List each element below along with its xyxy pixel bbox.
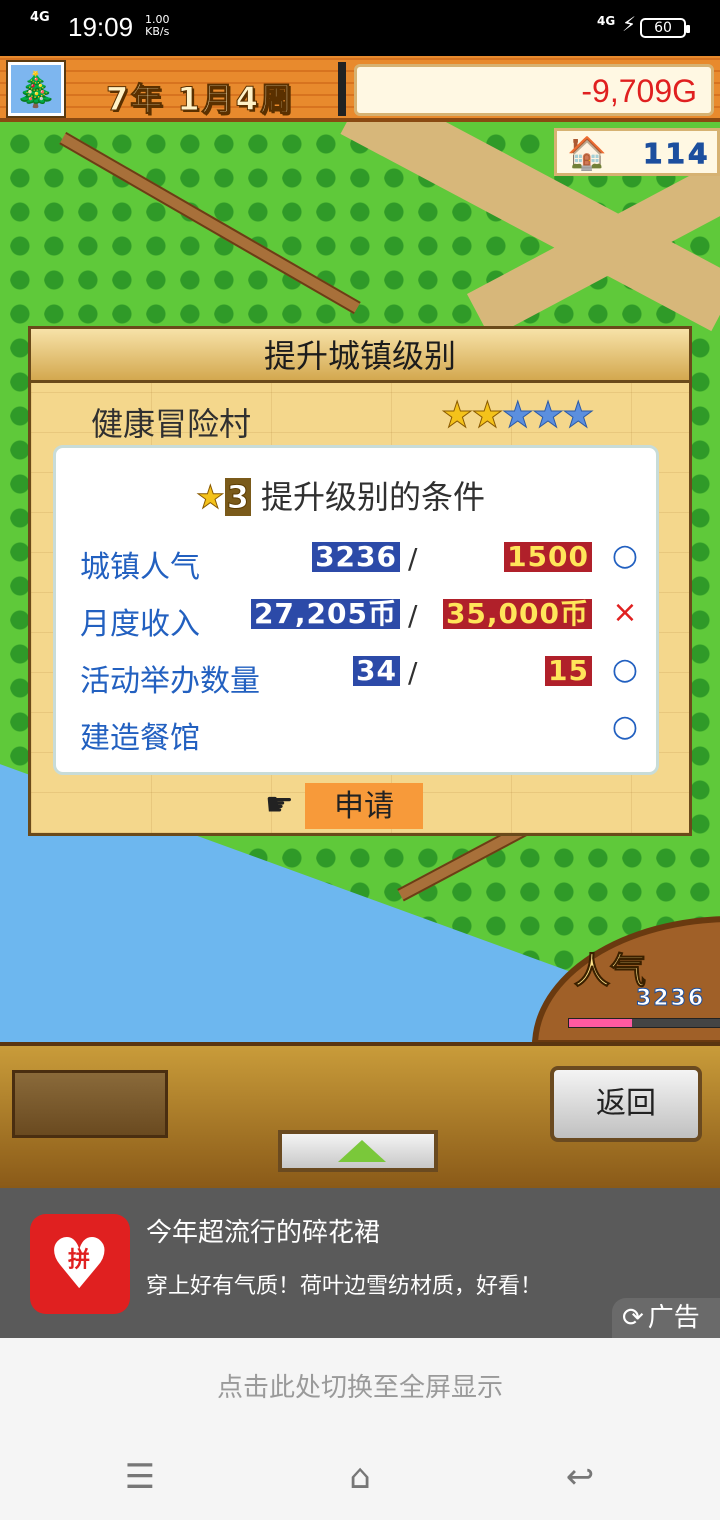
separator: /	[408, 656, 418, 689]
star-filled-icon: ★	[471, 395, 504, 437]
ad-title[interactable]: 今年超流行的碎花裙	[146, 1212, 380, 1249]
star-filled-icon: ★	[440, 395, 473, 437]
condition-row: 建造餐馆 ○	[56, 707, 656, 763]
separator: /	[408, 542, 418, 575]
condition-target: 15	[545, 656, 592, 686]
condition-met-icon: ○	[611, 538, 639, 573]
money-value: -9,709G	[581, 73, 697, 109]
back-nav-icon[interactable]: ↩	[550, 1454, 610, 1500]
ad-description[interactable]: 穿上好有气质！荷叶边雪纺材质，好看！	[146, 1268, 542, 1300]
popularity-value: 3236	[635, 986, 706, 1012]
back-button[interactable]: 返回	[550, 1066, 702, 1142]
pointing-hand-icon: ☛	[265, 785, 294, 823]
dialog-header: 提升城镇级别	[31, 329, 689, 383]
popularity-bar	[568, 1018, 720, 1028]
apply-area: ☛ 申请	[261, 783, 431, 829]
condition-label: 月度收入	[80, 607, 200, 642]
condition-row: 月度收入 27,205币 / 35,000币 ×	[56, 593, 656, 649]
condition-met-icon: ○	[611, 709, 639, 744]
expand-menu-button[interactable]	[278, 1130, 438, 1172]
clock: 19:09	[68, 12, 134, 42]
star-empty-icon: ★	[501, 395, 534, 437]
money-panel: -9,709G	[354, 64, 714, 116]
bottom-panel: 返回	[0, 1042, 720, 1188]
conditions-title-text: 提升级别的条件	[260, 478, 485, 516]
star-empty-icon: ★	[531, 395, 564, 437]
game-date: 7年 1月4周	[106, 80, 294, 119]
network-type: 4G	[597, 14, 616, 28]
fullscreen-switch-text: 点击此处切换至全屏显示	[216, 1373, 503, 1403]
population-panel[interactable]: 🏠 114	[554, 128, 720, 176]
separator: /	[408, 599, 418, 632]
empty-slot	[12, 1070, 168, 1138]
popularity-gauge: 人气 3236	[532, 916, 720, 1046]
house-icon: 🏠	[567, 134, 607, 172]
divider	[338, 62, 346, 116]
home-icon[interactable]: ⌂	[330, 1454, 390, 1500]
refresh-icon: ⟳	[622, 1303, 644, 1333]
top-bar: 🎄 7年 1月4周 -9,709G	[0, 56, 720, 122]
ad-app-logo[interactable]: ♥ 拼	[30, 1214, 130, 1314]
ad-badge[interactable]: ⟳ 广告	[612, 1298, 720, 1338]
navigation-bar: ☰ ⌂ ↩	[0, 1438, 720, 1520]
calendar-tree-icon: 🎄	[6, 60, 66, 118]
star-empty-icon: ★	[562, 395, 595, 437]
ad-banner[interactable]: ♥ 拼 今年超流行的碎花裙 穿上好有气质！荷叶边雪纺材质，好看！ ⟳ 广告	[0, 1188, 720, 1338]
network-speed: 1.00 KB/s	[145, 13, 170, 38]
ad-badge-label: 广告	[647, 1303, 700, 1333]
apply-button[interactable]: 申请	[305, 783, 423, 829]
conditions-panel: ★3 提升级别的条件 城镇人气 3236 / 1500 ○ 月度收入 27,205…	[53, 445, 659, 775]
condition-label: 建造餐馆	[80, 721, 200, 756]
popularity-bar-fill	[569, 1019, 633, 1027]
condition-current: 27,205币	[250, 599, 400, 629]
condition-target: 1500	[504, 542, 592, 572]
condition-row: 城镇人气 3236 / 1500 ○	[56, 536, 656, 592]
condition-label: 活动举办数量	[80, 664, 260, 699]
population-value: 114	[642, 137, 711, 171]
game-screen[interactable]: 🎄 7年 1月4周 -9,709G 🏠 114 提升城镇级别 健康冒险村 ★★★…	[0, 56, 720, 1188]
dialog-title: 提升城镇级别	[263, 337, 456, 375]
town-rank-stars: ★★★★★	[440, 395, 595, 437]
condition-row: 活动举办数量 34 / 15 ○	[56, 650, 656, 706]
town-name: 健康冒险村	[91, 405, 252, 443]
signal-indicator: 4G	[30, 10, 50, 25]
condition-target: 35,000币	[442, 599, 592, 629]
condition-current: 34	[353, 656, 400, 686]
charging-icon: ⚡	[622, 12, 637, 36]
logo-text: 拼	[68, 1248, 91, 1273]
status-bar: 4G 19:09 1.00 KB/s 4G ⚡ 60	[0, 0, 720, 56]
target-level: 3	[224, 478, 251, 517]
conditions-title: ★3 提升级别的条件	[196, 472, 485, 518]
fence	[59, 131, 361, 315]
up-arrow-icon	[338, 1140, 386, 1162]
condition-met-icon: ○	[611, 652, 639, 687]
fullscreen-switch[interactable]: 点击此处切换至全屏显示	[0, 1338, 720, 1438]
battery-indicator: 60	[640, 18, 690, 38]
condition-label: 城镇人气	[80, 550, 200, 585]
condition-unmet-icon: ×	[612, 595, 638, 630]
condition-current: 3236	[312, 542, 400, 572]
star-icon: ★	[196, 478, 226, 517]
menu-icon[interactable]: ☰	[110, 1454, 170, 1500]
town-rank-dialog: 提升城镇级别 健康冒险村 ★★★★★ ★3 提升级别的条件 城镇人气 3236 /…	[28, 326, 692, 836]
